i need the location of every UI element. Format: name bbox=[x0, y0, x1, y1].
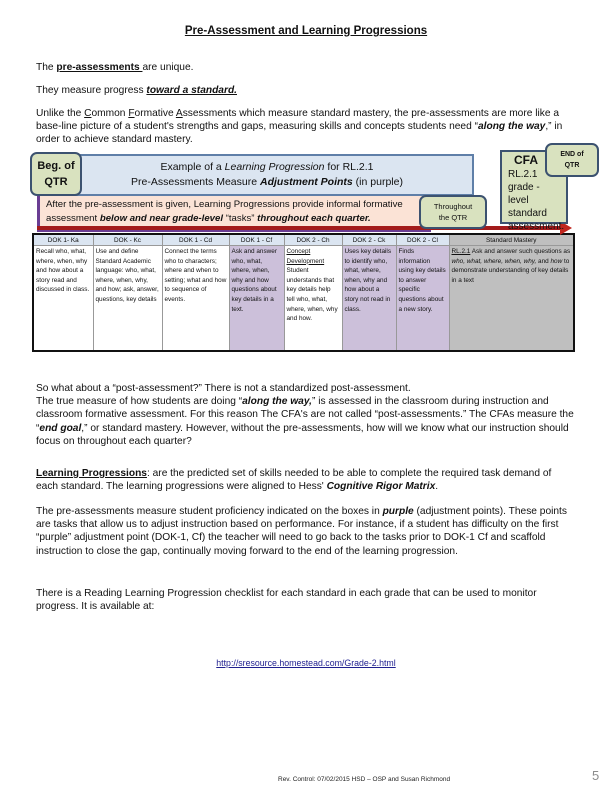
column-header: DOK 2 - Ch bbox=[283, 234, 342, 246]
table-cell: Use and define Standard Academic languag… bbox=[92, 245, 162, 351]
text: Beg. of bbox=[37, 160, 75, 172]
text: how bbox=[550, 257, 563, 265]
text: Throughout bbox=[433, 202, 473, 211]
adjustment-point-cell: Finds information using key details to a… bbox=[395, 245, 449, 351]
learning-progressions-definition: Learning Progressions: are the predicted… bbox=[36, 467, 576, 493]
text: Ask and answer such questions as bbox=[470, 248, 571, 255]
text: ,” or standard mastery. However, without… bbox=[36, 422, 569, 447]
text: “tasks” bbox=[223, 213, 258, 224]
pre-assessments-term: pre-assessments bbox=[56, 62, 143, 73]
text: assessment below and near grade-level “t… bbox=[46, 212, 431, 226]
checklist-paragraph: There is a Reading Learning Progression … bbox=[36, 588, 537, 613]
intro-paragraph: Unlike the Common Formative Assessments … bbox=[36, 107, 576, 147]
column-header: DOK - Kc bbox=[92, 234, 162, 246]
beginning-of-quarter-box: Beg. of QTR bbox=[30, 152, 82, 196]
text: throughout each quarter. bbox=[257, 213, 371, 224]
term: Learning Progressions bbox=[36, 468, 147, 479]
text: The pre-assessments measure student prof… bbox=[36, 506, 383, 517]
text: The true measure of how students are doi… bbox=[36, 396, 243, 408]
text: The true measure of how students are doi… bbox=[36, 395, 576, 448]
text: the QTR bbox=[438, 213, 468, 222]
concept-development-label: Concept Development bbox=[286, 248, 325, 265]
text: C bbox=[84, 108, 92, 119]
column-header: DOK 1 - Cf bbox=[228, 234, 284, 246]
intro-line-2: They measure progress toward a standard. bbox=[36, 84, 576, 97]
adjustment-point-cell: Ask and answer who, what, where, when, w… bbox=[228, 245, 284, 351]
text: . bbox=[435, 481, 439, 493]
text: The bbox=[36, 62, 57, 73]
revision-footer: Rev. Control: 07/02/2015 HSD – OSP and S… bbox=[278, 776, 451, 783]
pre-assessment-paragraph: The pre-assessments measure student prof… bbox=[36, 505, 576, 558]
text: along the way, bbox=[242, 396, 312, 408]
text: END of bbox=[560, 151, 584, 158]
text: who, what, where, when, why, bbox=[451, 257, 537, 265]
text: Student understands that key details hel… bbox=[286, 267, 338, 323]
text: ommon bbox=[91, 108, 129, 119]
text: After the pre-assessment is given, Learn… bbox=[46, 199, 403, 210]
grade-2-resource-link[interactable]: http://sresource.homestead.com/Grade-2.h… bbox=[0, 658, 612, 668]
table-row: Recall who, what, where, when, why and h… bbox=[32, 245, 574, 351]
text: Unlike the bbox=[36, 108, 85, 119]
table-cell: Recall who, what, where, when, why and h… bbox=[32, 245, 93, 351]
intro-line-1: The pre-assessments are unique. bbox=[36, 61, 576, 74]
example-line-2: Pre-Assessments Measure Adjustment Point… bbox=[62, 175, 472, 190]
column-header: DOK 1 - Cd bbox=[161, 234, 229, 246]
column-header: DOK 1- Ka bbox=[32, 234, 93, 246]
text: assessment bbox=[46, 213, 100, 224]
standard-mastery-cell: RL.2.1 Ask and answer such questions as … bbox=[448, 245, 574, 351]
text: are unique. bbox=[142, 62, 194, 73]
text: below and near grade-level bbox=[99, 213, 224, 224]
cfa-description: RL.2.1 grade -level standard assessment. bbox=[508, 169, 565, 232]
text: ormative bbox=[134, 108, 176, 119]
text: for RL.2.1 bbox=[324, 161, 374, 173]
column-header: Standard Mastery bbox=[448, 234, 574, 246]
throughout-quarter-box: Throughout the QTR bbox=[419, 195, 487, 229]
text: They measure progress bbox=[36, 85, 147, 96]
standard-code: RL.2.1 bbox=[451, 248, 471, 255]
example-banner: Example of a Learning Progression for RL… bbox=[62, 154, 474, 196]
text: end goal bbox=[39, 422, 82, 434]
example-line-1: Example of a Learning Progression for RL… bbox=[62, 160, 472, 175]
toward-standard-emphasis: toward a standard. bbox=[146, 85, 237, 96]
adjustment-point-cell: Uses key details to identify who, what, … bbox=[341, 245, 396, 351]
text: Pre-Assessments Measure bbox=[131, 176, 260, 188]
text: (in purple) bbox=[352, 176, 403, 188]
column-header: DOK 2 - Cl bbox=[395, 234, 449, 246]
text: along the way bbox=[477, 121, 546, 133]
text: Learning Progression bbox=[224, 161, 325, 173]
column-header: DOK 2 - Ck bbox=[341, 234, 396, 246]
learning-progression-table: DOK 1- Ka DOK - Kc DOK 1 - Cd DOK 1 - Cf… bbox=[32, 233, 575, 352]
text: So what about a “post-assessment?” There… bbox=[36, 383, 411, 394]
table-cell: Connect the terms who to characters; whe… bbox=[161, 245, 229, 351]
text: QTR bbox=[564, 162, 580, 169]
table-header-row: DOK 1- Ka DOK - Kc DOK 1 - Cd DOK 1 - Cf… bbox=[32, 234, 574, 246]
text: Cognitive Rigor Matrix bbox=[326, 481, 436, 493]
text: A bbox=[175, 108, 183, 119]
text: purple bbox=[382, 506, 414, 517]
text: QTR bbox=[44, 176, 68, 188]
text: Example of a bbox=[160, 161, 225, 173]
table-cell: Concept Development Student understands … bbox=[283, 245, 342, 351]
text: and bbox=[536, 257, 551, 265]
text: Adjustment Points bbox=[260, 176, 353, 188]
page-title: Pre-Assessment and Learning Progressions bbox=[184, 25, 428, 37]
page-number: 5 bbox=[592, 768, 600, 783]
end-of-quarter-box: END of QTR bbox=[545, 143, 599, 177]
post-assessment-paragraph: So what about a “post-assessment?” There… bbox=[36, 382, 576, 448]
